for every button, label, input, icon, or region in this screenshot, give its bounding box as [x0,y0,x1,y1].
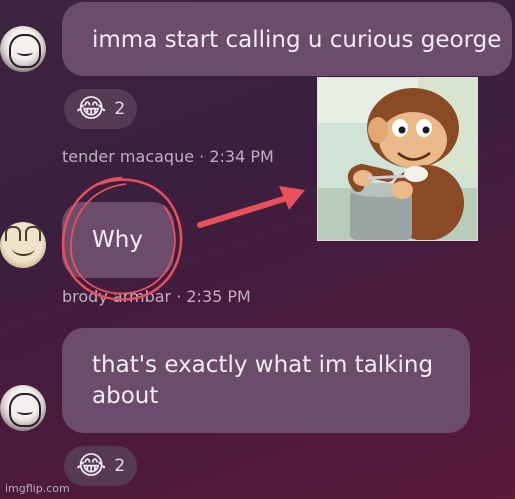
avatar-doodle-icon [9,34,41,68]
reaction-count: 2 [114,99,126,119]
reaction-laugh[interactable]: 😂 2 [64,89,138,129]
arrow-annotation [197,186,305,228]
laughing-emoji-icon: 😂 [76,451,107,481]
message-bubble[interactable]: imma start calling u curious george [62,2,512,76]
avatar-brody-armbar[interactable] [0,222,46,268]
avatar-doodle-icon [9,393,41,427]
curious-george-image [317,77,478,241]
laughing-emoji-icon: 😂 [76,94,107,124]
watermark: imgflip.com [5,482,70,495]
cat-face-icon [11,240,35,257]
message-meta: tender macaque · 2:34 PM [62,147,274,166]
avatar-tender-macaque[interactable] [0,385,46,431]
circle-annotation [61,176,183,301]
avatar-tender-macaque[interactable] [0,26,46,72]
message-bubble[interactable]: that's exactly what im talking about [62,328,470,433]
reaction-count: 2 [114,456,126,476]
reaction-laugh[interactable]: 😂 2 [64,446,138,486]
message-text-line1: that's exactly what im talking [92,352,434,378]
message-text: imma start calling u curious george [92,27,502,53]
message-text-line2: about [92,383,159,409]
